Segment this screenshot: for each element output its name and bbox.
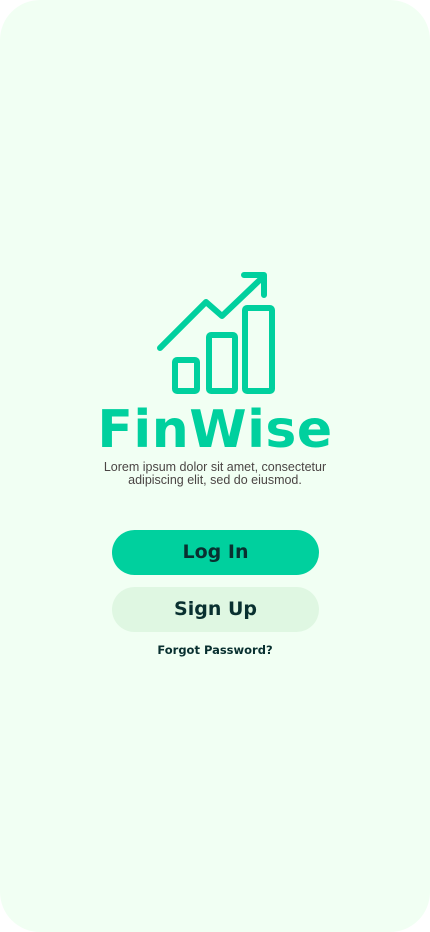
app-tagline: Lorem ipsum dolor sit amet, consectetur … <box>103 460 327 487</box>
login-button[interactable]: Log In <box>112 530 319 575</box>
forgot-password-link[interactable]: Forgot Password? <box>0 642 430 658</box>
growth-chart-icon <box>157 272 275 394</box>
welcome-screen: FinWise Lorem ipsum dolor sit amet, cons… <box>0 0 430 932</box>
app-title: FinWise <box>97 400 333 460</box>
signup-button[interactable]: Sign Up <box>112 587 319 632</box>
